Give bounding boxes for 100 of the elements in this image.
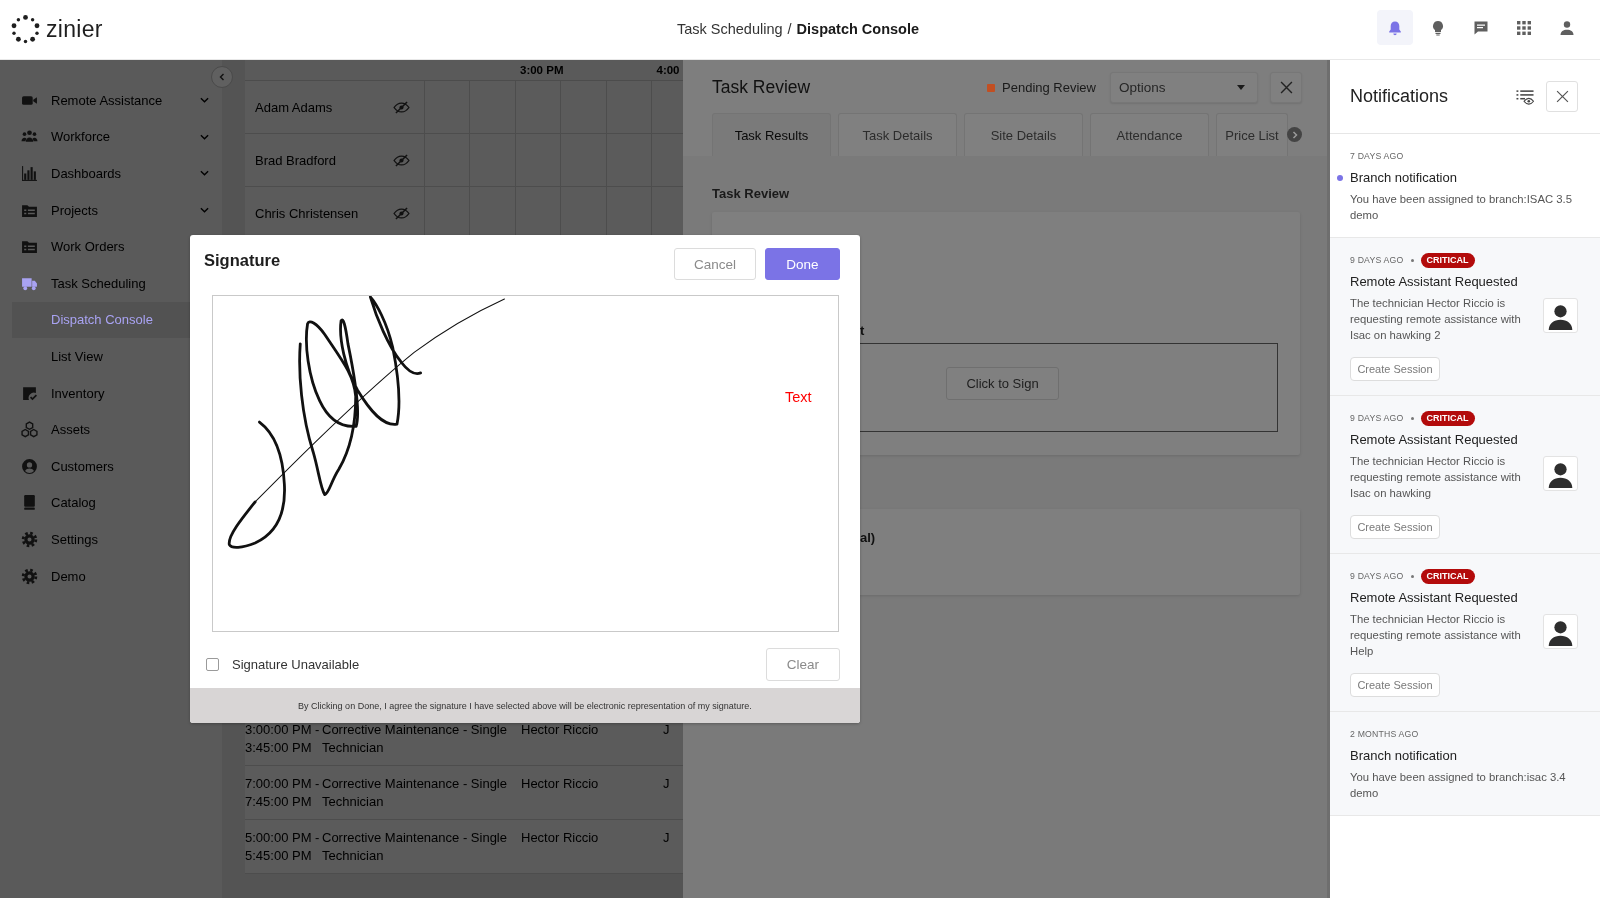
tab[interactable]: Attendance [1090,113,1209,156]
table-cell-text: J [663,775,671,793]
table-cell-text: Corrective Maintenance - Single Technician [322,775,508,811]
table-cell-text: Corrective Maintenance - Single Technician [322,829,508,865]
tab[interactable]: Site Details [964,113,1083,156]
severity-badge: CRITICAL [1420,410,1475,426]
hexagons-icon [21,421,38,439]
resource-name: Brad Bradford [255,152,336,168]
close-icon [1555,90,1569,103]
table-cell-text: Hector Riccio [521,775,600,793]
signature-pad[interactable]: Text [212,295,839,632]
book-icon [21,494,38,512]
status-label: Pending Review [1002,80,1096,95]
apps-grid-icon [1516,19,1532,36]
table-cell-text: 5:00:00 PM - 5:45:00 PM [245,829,321,865]
task-row[interactable]: 5:00:00 PM - 5:45:00 PM Corrective Maintenance - Single Technician Hector Riccio J [245,820,683,874]
close-icon [1279,81,1293,94]
done-button[interactable]: Done [765,248,840,280]
box-check-icon [21,384,38,402]
table-cell-text: 3:00:00 PM - 3:45:00 PM [245,721,321,757]
time-label: 9 DAYS AGO [1350,255,1404,265]
time-label: 4:00 [655,64,681,76]
field-label: al) [860,529,876,547]
options-dropdown[interactable]: Options [1110,72,1258,103]
notification-title: Remote Assistant Requested [1350,431,1518,449]
gear-icon [21,567,38,585]
notification-card[interactable]: 9 DAYS AGO CRITICAL Remote Assistant Requested The technician Hector Riccio is requesting remote assistance with Isac on hawking 2 Create Session [1330,238,1600,396]
user-icon [1559,19,1575,36]
notification-card[interactable]: 9 DAYS AGO CRITICAL Remote Assistant Requested The technician Hector Riccio is requesting remote assistance with Isac on hawking Create Session [1330,396,1600,554]
sidebar-item[interactable]: Projects [12,191,222,229]
create-session-button[interactable]: Create Session [1350,515,1440,539]
sidebar-item[interactable]: Remote Assistance [12,82,222,119]
notification-text: You have been assigned to branch:ISAC 3.5 demo [1350,192,1573,223]
breadcrumb-link[interactable]: Task Scheduling [676,20,783,37]
toolbar-button[interactable] [1377,10,1413,45]
notification-text: The technician Hector Riccio is requesting remote assistance with Isac on hawking 2 [1350,296,1522,343]
notification-card[interactable]: 2 MONTHS AGO Branch notification You have been assigned to branch:isac 3.4 demo [1330,712,1600,816]
notification-card[interactable]: 9 DAYS AGO CRITICAL Remote Assistant Requested The technician Hector Riccio is requesting remote assistance with Help Create Session [1330,554,1600,712]
tab-scroll-button[interactable] [1287,127,1302,142]
bar-chart-icon [21,165,38,182]
table-cell-text: Hector Riccio [521,829,600,847]
severity-badge: CRITICAL [1420,252,1475,268]
breadcrumb-current: Dispatch Console [796,20,920,37]
eye-slash-icon[interactable] [393,206,410,220]
bullet-icon [1410,416,1414,420]
eye-slash-icon[interactable] [393,153,410,167]
create-session-button[interactable]: Create Session [1350,673,1440,697]
dialog-title: Signature [204,251,281,270]
disclaimer-bar: By Clicking on Done, I agree the signature I have selected above will be electronic representation of my signature. [190,688,860,723]
brand-name: zinier [46,16,103,43]
resource-name: Chris Christensen [255,205,359,221]
time-label: 9 DAYS AGO [1350,571,1404,581]
bullet-icon [1410,574,1414,578]
table-cell-text: J [663,829,671,847]
panel-title: Task Review [712,77,811,98]
table-cell-text: J [663,721,671,739]
logo-icon [11,15,40,44]
avatar-icon [1543,456,1578,491]
severity-badge: CRITICAL [1420,568,1475,584]
chevron-right-icon [1291,130,1298,139]
create-session-button[interactable]: Create Session [1350,357,1440,381]
resource-name: Adam Adams [255,99,333,115]
checkbox-label: Signature Unavailable [232,657,360,672]
avatar-icon [1543,614,1578,649]
table-cell-text: Hector Riccio [521,721,600,739]
time-label: 2 MONTHS AGO [1350,729,1419,739]
close-button[interactable] [1270,72,1302,103]
lightbulb-icon [1430,19,1446,36]
time-label: 9 DAYS AGO [1350,413,1404,423]
notification-title: Remote Assistant Requested [1350,273,1518,291]
notification-title: Branch notification [1350,169,1457,187]
cancel-button[interactable]: Cancel [674,248,756,280]
pad-text: Text [785,389,812,405]
list-eye-icon[interactable] [1516,88,1534,105]
bell-icon [1387,19,1403,36]
notification-title: Remote Assistant Requested [1350,589,1518,607]
table-cell-text: 7:00:00 PM - 7:45:00 PM [245,775,321,811]
chevron-left-icon [219,73,225,81]
time-label: 3:00 PM [519,64,562,76]
checkbox[interactable] [206,658,219,671]
task-row[interactable]: 7:00:00 PM - 7:45:00 PM Corrective Maintenance - Single Technician Hector Riccio J [245,766,683,820]
notification-text: The technician Hector Riccio is requesting remote assistance with Isac on hawking [1350,454,1522,501]
notification-title: Branch notification [1350,747,1457,765]
bullet-icon [1410,258,1414,262]
sidebar-item[interactable]: Dashboards [12,155,222,192]
avatar-icon [1543,298,1578,333]
tab[interactable]: Price List [1216,113,1288,156]
section-label: Task Review [712,186,791,202]
table-cell-text: Corrective Maintenance - Single Technician [322,721,508,757]
tab[interactable]: Task Results [712,113,831,156]
tab[interactable]: Task Details [838,113,957,156]
click-to-sign-button[interactable]: Click to Sign [946,367,1059,400]
collapse-button[interactable] [211,66,233,88]
eye-slash-icon[interactable] [393,100,410,114]
sidebar-item[interactable]: Workforce [12,118,222,156]
breadcrumb-separator: / [787,20,792,37]
clear-button[interactable]: Clear [766,648,840,681]
notification-text: You have been assigned to branch:isac 3.4 demo [1350,770,1567,801]
gear-icon [21,530,38,548]
notification-text: The technician Hector Riccio is requesting remote assistance with Help [1350,612,1522,659]
